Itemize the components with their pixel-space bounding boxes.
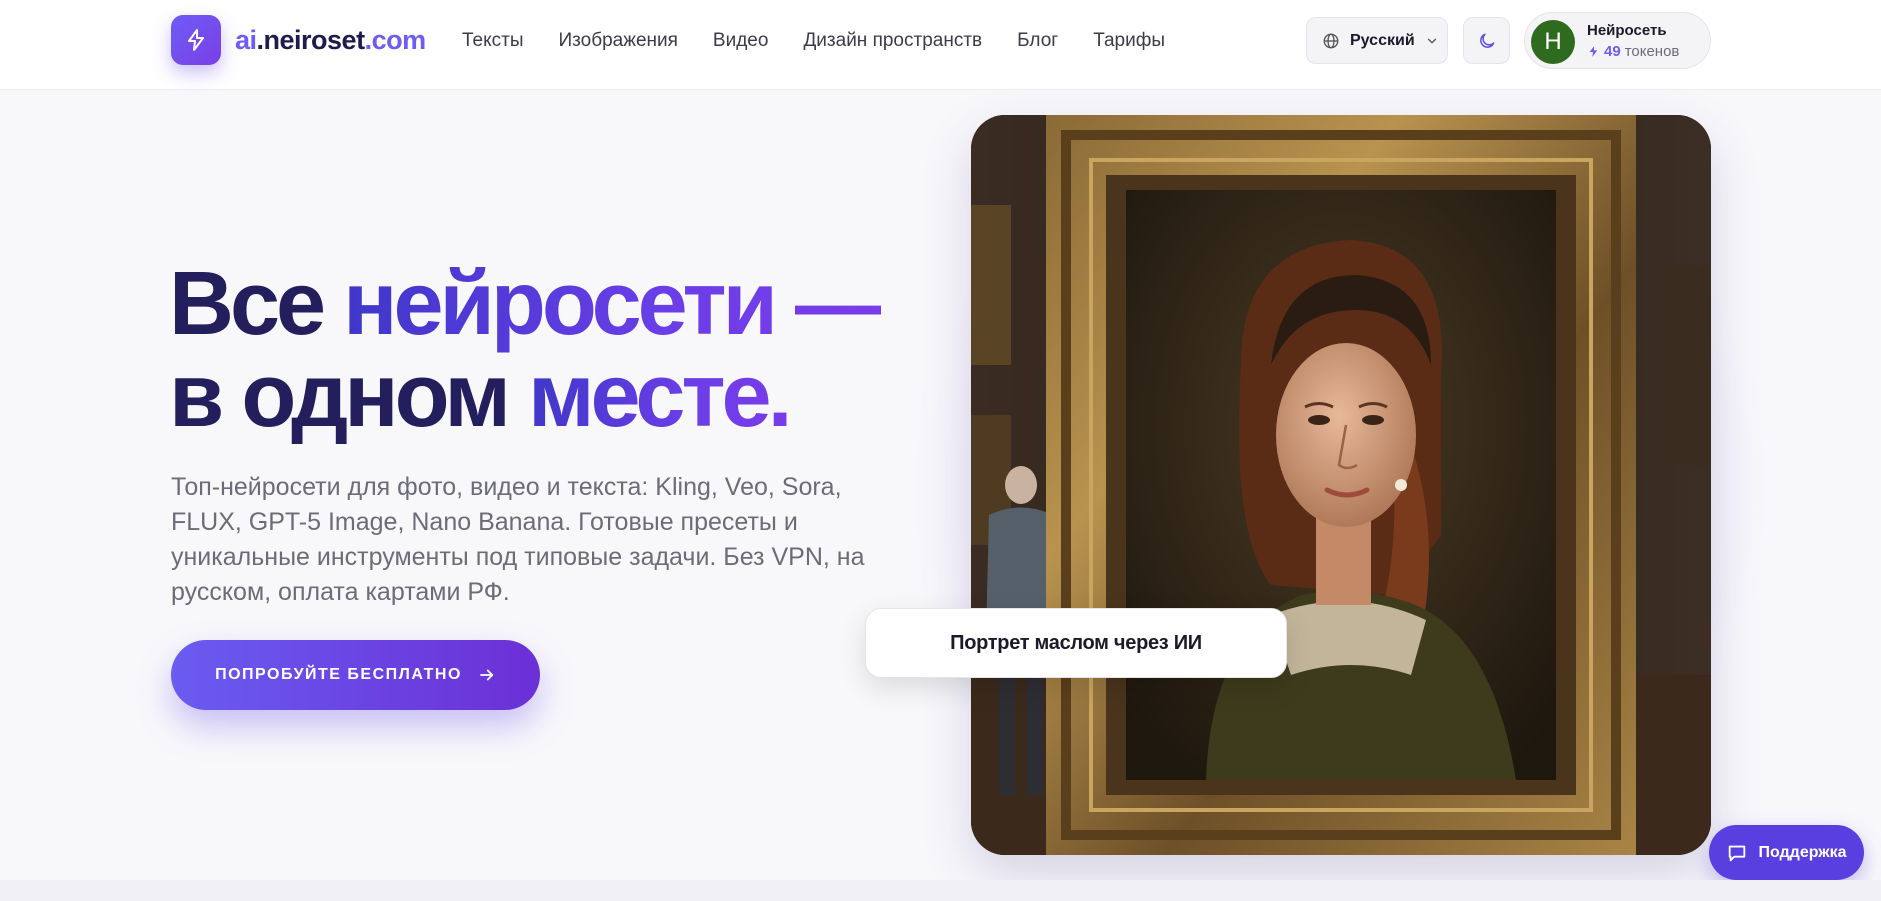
user-profile-card[interactable]: Н Нейросеть 49 токенов: [1524, 12, 1711, 69]
globe-icon: [1323, 33, 1339, 48]
logo-tld: .com: [364, 25, 427, 55]
chevron-down-icon: [1427, 38, 1436, 43]
hero-title-line2-dark: в одном: [169, 346, 528, 446]
moon-icon: [1479, 33, 1494, 48]
nav-link-images[interactable]: Изображения: [559, 30, 678, 52]
nav-link-video[interactable]: Видео: [713, 30, 769, 52]
token-count: 49: [1604, 43, 1621, 60]
hero-portrait-image: [971, 115, 1711, 855]
avatar: Н: [1531, 20, 1575, 64]
next-section-edge: [0, 880, 1881, 901]
language-label: Русский: [1350, 31, 1415, 49]
logo-prefix: ai: [235, 25, 257, 55]
nav-link-texts[interactable]: Тексты: [462, 30, 524, 52]
main-nav: Тексты Изображения Видео Дизайн простран…: [462, 30, 1200, 52]
logo-badge[interactable]: [171, 15, 221, 65]
user-name: Нейросеть: [1587, 22, 1667, 39]
token-balance: 49 токенов: [1587, 43, 1679, 60]
oil-portrait-illustration: [971, 115, 1711, 855]
hero-title-line2-accent: месте.: [527, 346, 793, 446]
logo-main: .neiroset: [256, 25, 366, 55]
lightning-icon: [1589, 46, 1598, 57]
site-header: ai.neiroset.com Тексты Изображения Видео…: [0, 0, 1881, 90]
hero-title-line1-accent: нейросети —: [343, 254, 885, 354]
hero-title-line1-dark: Все: [169, 254, 344, 354]
hero-title: Все нейросети — в одном месте.: [169, 258, 885, 442]
nav-link-blog[interactable]: Блог: [1017, 30, 1058, 52]
try-free-button[interactable]: ПОПРОБУЙТЕ БЕСПЛАТНО: [171, 640, 540, 710]
theme-toggle-button[interactable]: [1463, 17, 1510, 64]
nav-link-pricing[interactable]: Тарифы: [1093, 30, 1165, 52]
logo-wordmark[interactable]: ai.neiroset.com: [235, 23, 426, 57]
lightning-icon: [188, 29, 204, 51]
hero-description: Топ-нейросети для фото, видео и текста: …: [171, 473, 865, 606]
try-free-label: ПОПРОБУЙТЕ БЕСПЛАТНО: [215, 666, 462, 683]
support-chat-button[interactable]: Поддержка: [1709, 825, 1864, 880]
support-label: Поддержка: [1758, 843, 1847, 861]
image-caption: Портрет маслом через ИИ: [865, 608, 1287, 678]
nav-link-interior-design[interactable]: Дизайн пространств: [803, 30, 982, 52]
chat-icon: [1729, 845, 1746, 861]
arrow-right-icon: [479, 669, 494, 681]
token-label: токенов: [1624, 43, 1680, 60]
language-selector[interactable]: Русский: [1306, 17, 1448, 64]
